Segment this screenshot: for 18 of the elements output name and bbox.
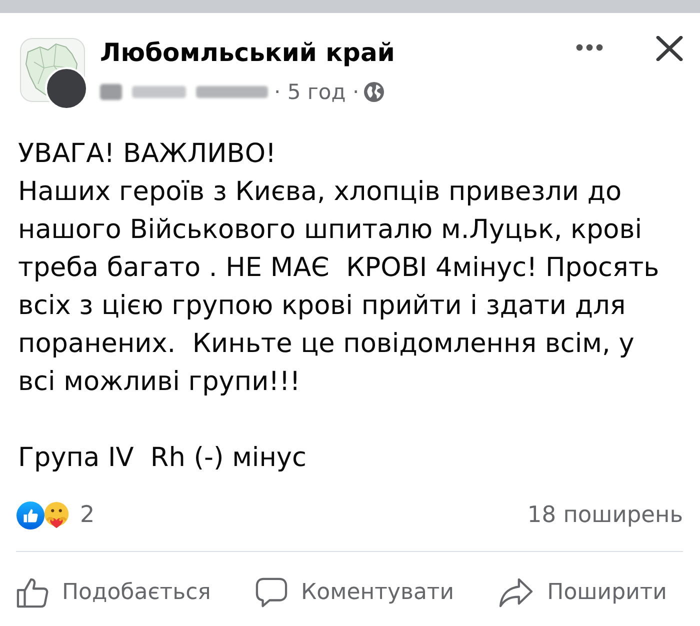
reactions-summary-button[interactable]: 2 <box>16 500 95 530</box>
group-name-link[interactable]: Любомльський край <box>100 38 395 68</box>
comment-button[interactable]: Коментувати <box>255 576 454 608</box>
post-time-link[interactable]: · 5 год · <box>274 80 360 104</box>
post-paragraph: Група IV Rh (-) мінус <box>18 442 308 475</box>
like-reaction-icon <box>16 500 45 530</box>
heart-hug-emoji-icon <box>42 500 71 530</box>
shares-count-link[interactable]: 18 поширень <box>527 502 683 528</box>
speech-bubble-icon <box>255 576 288 608</box>
share-button[interactable]: Поширити <box>498 576 667 608</box>
avatar-photo-placeholder <box>45 67 88 110</box>
like-button[interactable]: Подобається <box>16 576 211 608</box>
thumbs-up-icon <box>16 576 49 608</box>
more-options-icon[interactable] <box>576 44 603 51</box>
globe-icon <box>364 82 384 102</box>
share-arrow-icon <box>498 576 534 608</box>
post-paragraph: УВАГА! ВАЖЛИВО! Наших героїв з Києва, хлопців привезли до нашого Військового шпиталю м.Луцьк, крові треба багато . НЕ МАЄ КРОВІ 4мінус! Просять всіх з цією групою крові прийти і здати для поранених. Киньте це повідомлення всім, у всі можливі групи!!! <box>18 138 660 399</box>
close-icon[interactable] <box>656 36 683 61</box>
